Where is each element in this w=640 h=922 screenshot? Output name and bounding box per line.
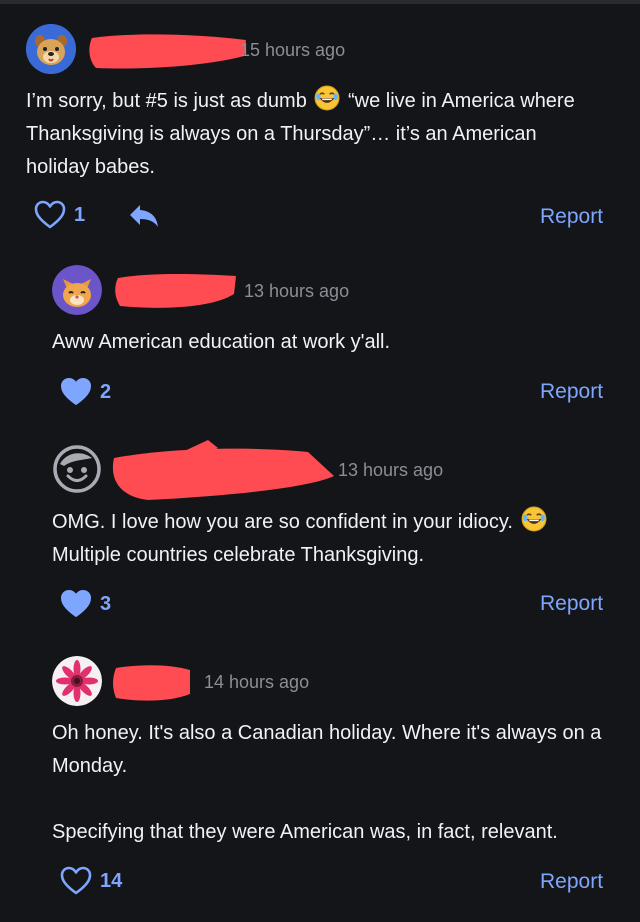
comment-text-paragraph-2: Specifying that they were American was, … xyxy=(52,821,558,843)
heart-outline-icon xyxy=(60,866,92,896)
comment-text: I’m sorry, but #5 is just as dumb “we li… xyxy=(26,85,596,184)
like-count: 14 xyxy=(100,869,123,892)
comment-timestamp: 13 hours ago xyxy=(338,460,444,480)
redacted-username xyxy=(115,274,236,308)
report-button[interactable]: Report xyxy=(540,205,603,229)
like-count: 1 xyxy=(74,203,86,226)
like-button[interactable]: 3 xyxy=(60,589,111,619)
heart-filled-icon xyxy=(60,589,92,619)
report-button[interactable]: Report xyxy=(540,592,603,616)
comment-text-part1: OMG. I love how you are so confident in … xyxy=(52,511,513,533)
reply-button[interactable] xyxy=(128,203,160,234)
comment-text-part1: I’m sorry, but #5 is just as dumb xyxy=(26,90,307,112)
like-button[interactable]: 1 xyxy=(34,200,85,230)
comment-text: OMG. I love how you are so confident in … xyxy=(52,506,627,572)
laughing-emoji-icon xyxy=(314,85,340,111)
smiley-avatar-icon[interactable] xyxy=(52,444,102,494)
paragraph-spacer xyxy=(52,783,627,816)
flower-avatar-icon[interactable] xyxy=(52,656,102,706)
comment-text: Aww American education at work y'all. xyxy=(52,326,612,359)
redacted-username xyxy=(89,34,246,69)
like-count: 2 xyxy=(100,380,112,403)
report-button[interactable]: Report xyxy=(540,870,603,894)
cat-avatar-icon[interactable] xyxy=(52,265,102,315)
comment-text-paragraph-1: Oh honey. It's also a Canadian holiday. … xyxy=(52,722,607,777)
laughing-emoji-icon xyxy=(521,506,547,532)
comment-text: Oh honey. It's also a Canadian holiday. … xyxy=(52,717,627,849)
like-count: 3 xyxy=(100,592,112,615)
dog-avatar-icon[interactable] xyxy=(26,24,76,74)
reply-arrow-icon xyxy=(130,205,158,227)
like-button[interactable]: 14 xyxy=(60,866,122,896)
comment-timestamp: 13 hours ago xyxy=(244,281,350,301)
like-button[interactable]: 2 xyxy=(60,377,111,407)
redacted-username xyxy=(113,665,190,701)
comment-timestamp: 14 hours ago xyxy=(204,672,310,692)
redacted-username xyxy=(112,440,334,500)
heart-filled-icon xyxy=(60,377,92,407)
report-button[interactable]: Report xyxy=(540,380,603,404)
heart-outline-icon xyxy=(34,200,66,230)
comment-text-part2: Multiple countries celebrate Thanksgivin… xyxy=(52,544,425,566)
comment-text-line: Aww American education at work y'all. xyxy=(52,331,391,353)
comment-timestamp: 15 hours ago xyxy=(240,40,346,60)
comment-1: 15 hours ago I’m sorry, but #5 is just a… xyxy=(0,0,640,240)
